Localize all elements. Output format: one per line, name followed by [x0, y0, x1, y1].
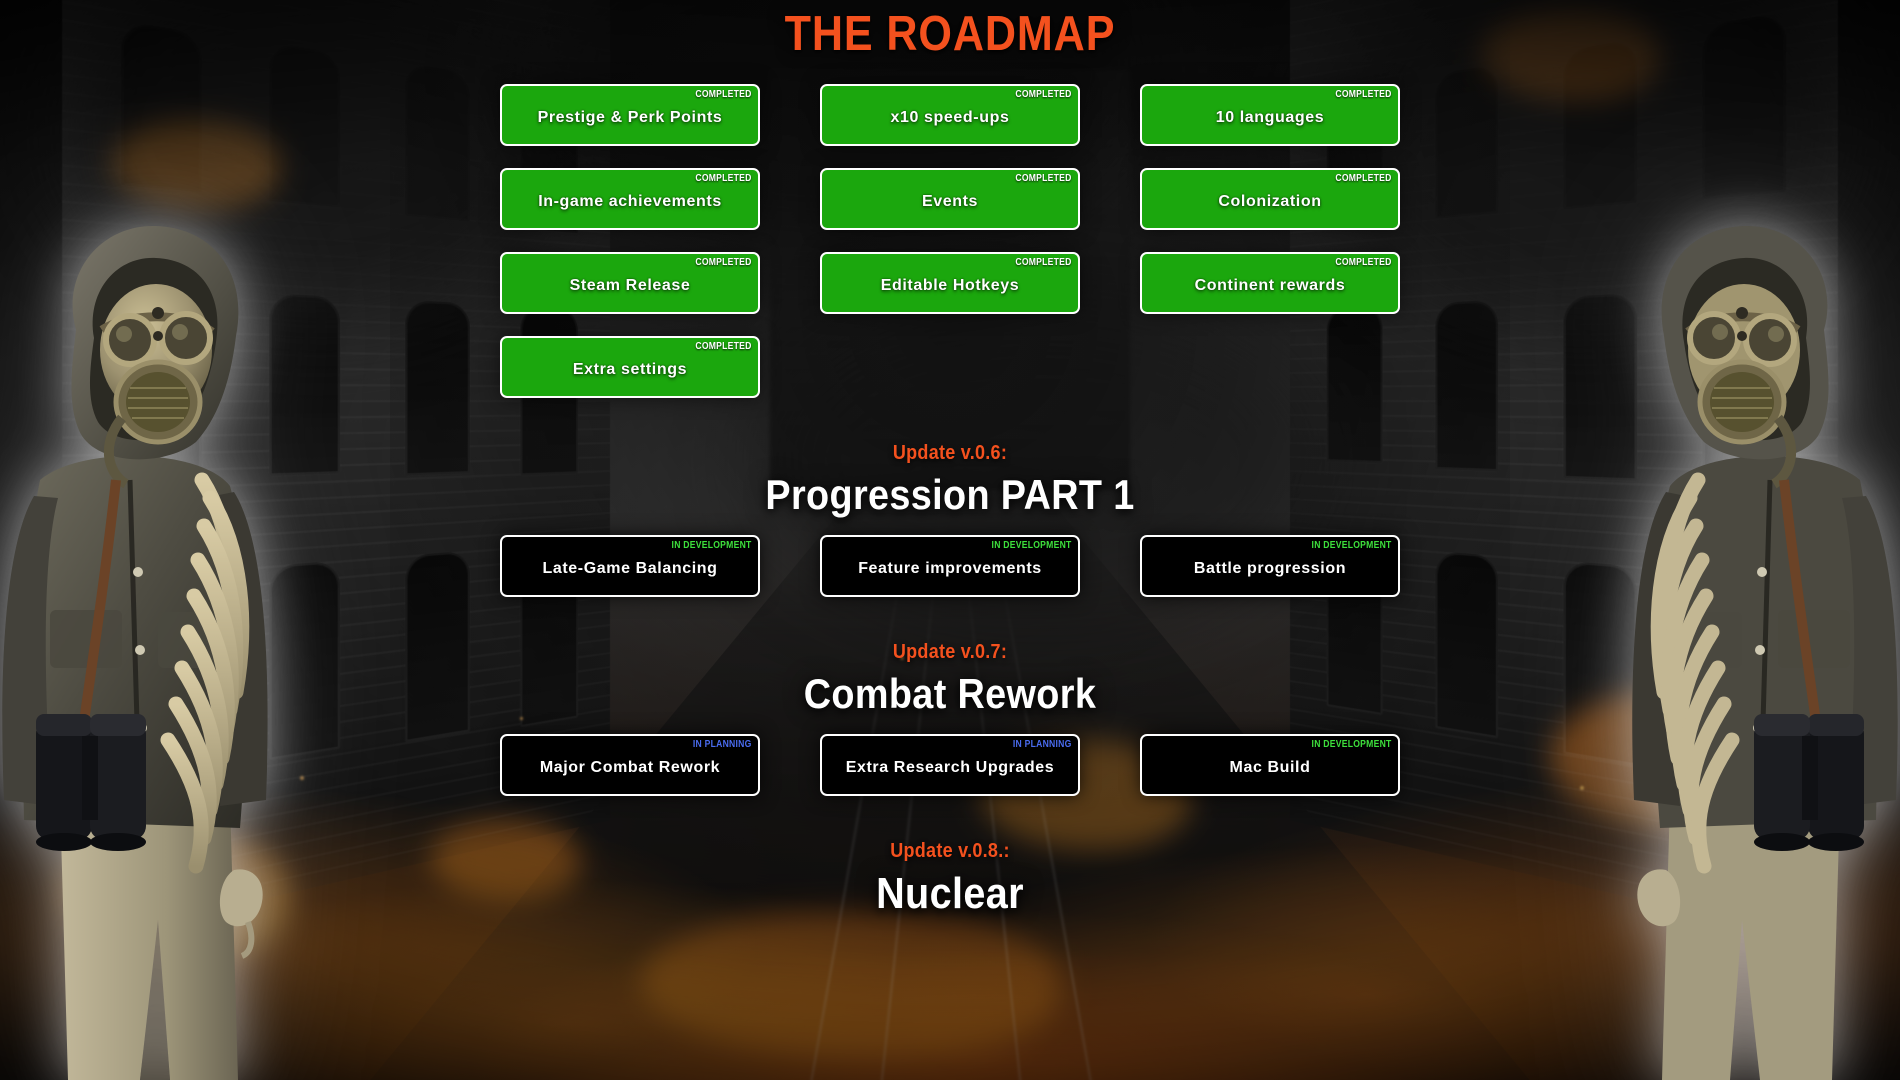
status-badge: IN DEVELOPMENT [1312, 539, 1392, 551]
section-version: Update v.0.7: [892, 641, 1008, 663]
card-title: 10 languages [1215, 109, 1325, 126]
card-title: In-game achievements [538, 193, 722, 210]
roadmap-card[interactable]: COMPLETED Extra settings [500, 336, 760, 398]
section-cards-grid: IN DEVELOPMENT Late-Game Balancing IN DE… [500, 535, 1400, 597]
roadmap-card[interactable]: COMPLETED x10 speed-ups [820, 84, 1080, 146]
status-badge: IN DEVELOPMENT [1312, 738, 1392, 750]
status-badge: COMPLETED [1335, 256, 1392, 268]
card-title: Late-Game Balancing [542, 560, 718, 577]
status-badge: COMPLETED [695, 256, 752, 268]
roadmap-card[interactable]: IN DEVELOPMENT Late-Game Balancing [500, 535, 760, 597]
roadmap-card[interactable]: IN PLANNING Extra Research Upgrades [820, 734, 1080, 796]
roadmap-card[interactable]: IN DEVELOPMENT Feature improvements [820, 535, 1080, 597]
page-title: THE ROADMAP [784, 7, 1116, 61]
roadmap-card[interactable]: COMPLETED Prestige & Perk Points [500, 84, 760, 146]
card-title: Major Combat Rework [539, 759, 721, 776]
status-badge: COMPLETED [695, 172, 752, 184]
roadmap-card[interactable]: IN DEVELOPMENT Battle progression [1140, 535, 1400, 597]
card-title: Colonization [1218, 193, 1322, 210]
section-version: Update v.0.8.: [890, 840, 1010, 862]
status-badge: COMPLETED [1015, 256, 1072, 268]
status-badge: COMPLETED [1015, 172, 1072, 184]
card-title: Extra Research Upgrades [845, 759, 1055, 776]
card-title: x10 speed-ups [890, 109, 1010, 126]
section-name: Nuclear [876, 869, 1024, 918]
roadmap-card[interactable]: IN PLANNING Major Combat Rework [500, 734, 760, 796]
roadmap-card[interactable]: COMPLETED Continent rewards [1140, 252, 1400, 314]
status-badge: IN DEVELOPMENT [992, 539, 1072, 551]
card-title: Events [921, 193, 979, 210]
status-badge: COMPLETED [1335, 172, 1392, 184]
card-title: Extra settings [572, 361, 688, 378]
card-title: Prestige & Perk Points [537, 109, 723, 126]
card-title: Mac Build [1229, 759, 1311, 776]
roadmap-section-v08: Update v.0.8.: Nuclear [0, 840, 1900, 919]
roadmap-section-v06: Update v.0.6: Progression PART 1 IN DEVE… [0, 442, 1900, 597]
roadmap-card[interactable]: COMPLETED Colonization [1140, 168, 1400, 230]
section-version: Update v.0.6: [892, 442, 1008, 464]
roadmap-card[interactable]: COMPLETED Events [820, 168, 1080, 230]
roadmap-content: THE ROADMAP COMPLETED Prestige & Perk Po… [0, 0, 1900, 1080]
status-badge: IN DEVELOPMENT [672, 539, 752, 551]
status-badge: COMPLETED [695, 88, 752, 100]
roadmap-card[interactable]: COMPLETED In-game achievements [500, 168, 760, 230]
card-title: Continent rewards [1194, 277, 1346, 294]
card-title: Editable Hotkeys [880, 277, 1020, 294]
status-badge: COMPLETED [1335, 88, 1392, 100]
status-badge: COMPLETED [695, 340, 752, 352]
roadmap-card[interactable]: COMPLETED Editable Hotkeys [820, 252, 1080, 314]
section-name: Combat Rework [803, 670, 1097, 717]
completed-cards-grid: COMPLETED Prestige & Perk Points COMPLET… [500, 84, 1400, 398]
roadmap-section-v07: Update v.0.7: Combat Rework IN PLANNING … [0, 641, 1900, 796]
roadmap-card[interactable]: COMPLETED Steam Release [500, 252, 760, 314]
card-title: Steam Release [569, 277, 691, 294]
card-title: Feature improvements [858, 560, 1042, 577]
section-name: Progression PART 1 [765, 471, 1135, 518]
section-cards-grid: IN PLANNING Major Combat Rework IN PLANN… [500, 734, 1400, 796]
roadmap-card[interactable]: COMPLETED 10 languages [1140, 84, 1400, 146]
roadmap-card[interactable]: IN DEVELOPMENT Mac Build [1140, 734, 1400, 796]
status-badge: IN PLANNING [693, 738, 752, 750]
status-badge: IN PLANNING [1013, 738, 1072, 750]
status-badge: COMPLETED [1015, 88, 1072, 100]
card-title: Battle progression [1193, 560, 1347, 577]
roadmap-page: THE ROADMAP COMPLETED Prestige & Perk Po… [0, 0, 1900, 1080]
